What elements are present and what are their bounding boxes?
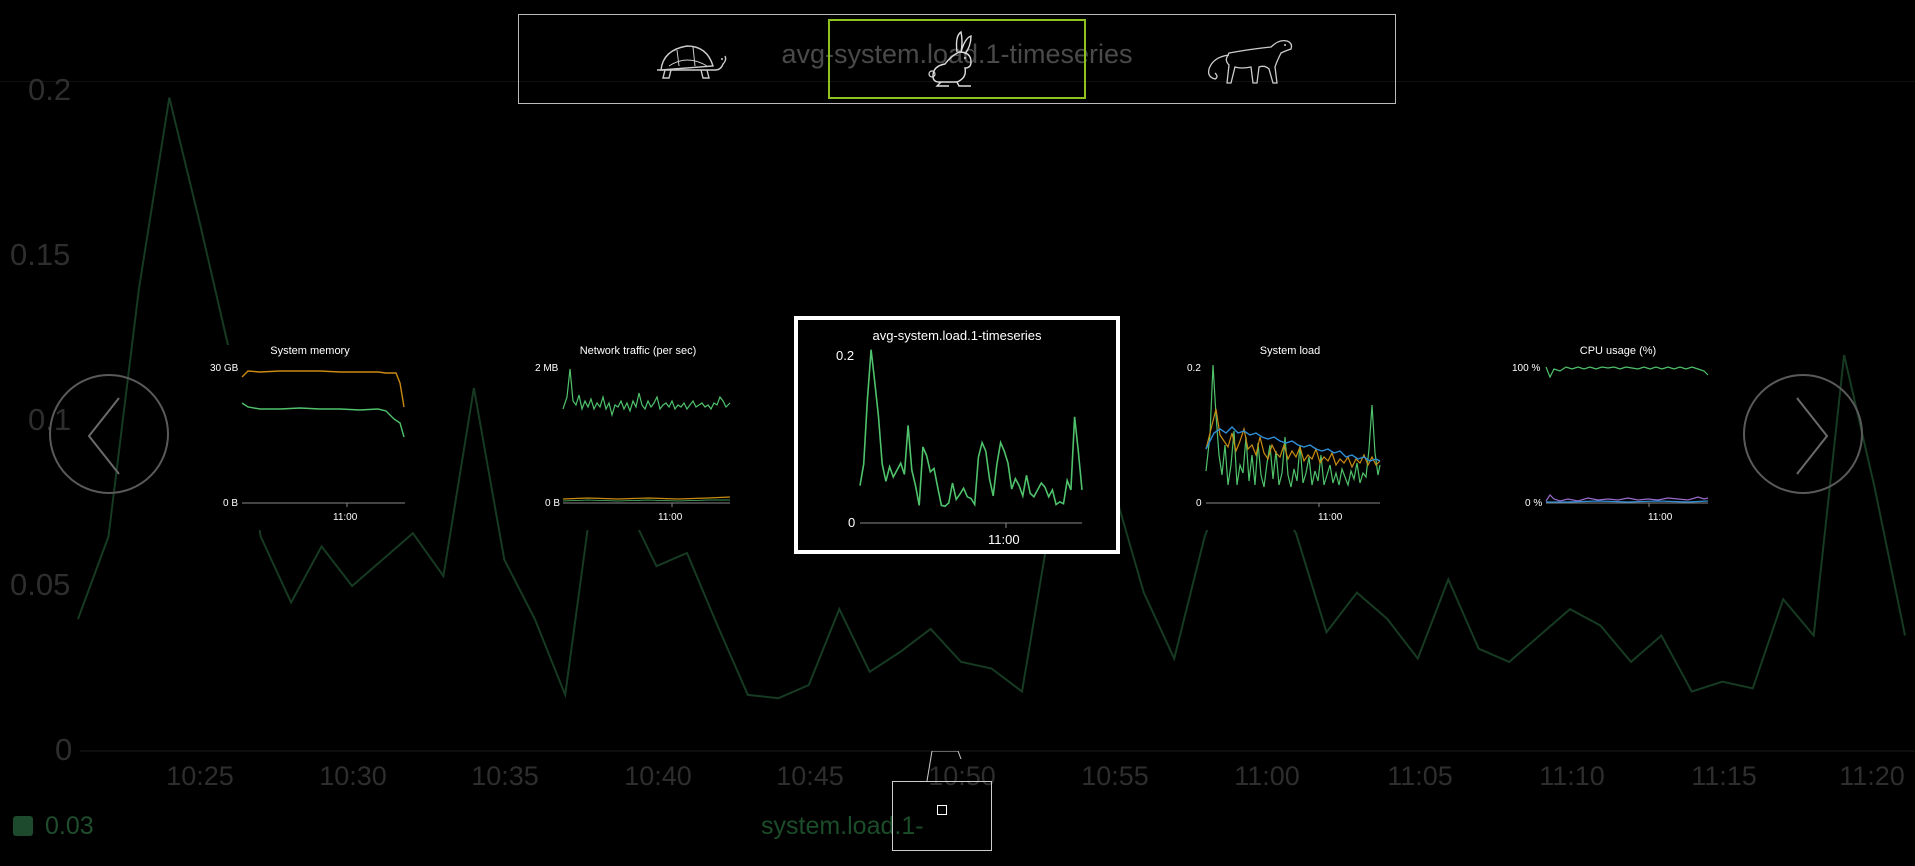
hover-tooltip-card: [892, 781, 992, 851]
bg-x-tick: 11:20: [1839, 761, 1905, 791]
bg-x-tick: 10:35: [471, 761, 539, 791]
bg-y-tick: 0.05: [10, 567, 71, 602]
active-series-line: [859, 349, 1083, 508]
bg-y-tick: 0.15: [10, 237, 71, 272]
thumbnail-active-load-timeseries[interactable]: avg-system.load.1-timeseries 0.2 0 11:00: [794, 316, 1120, 554]
tooltip-connector: [926, 751, 962, 782]
thumbnail-plot: [859, 349, 1083, 528]
thumbnail-plot: [1205, 364, 1381, 507]
bg-x-tick: 10:30: [319, 761, 387, 791]
cursor-icon: [937, 805, 947, 815]
thumbnail-network-traffic[interactable]: Network traffic (per sec) 2 MB 0 B 11:00: [528, 345, 748, 530]
bg-x-tick: 10:55: [1081, 761, 1149, 791]
bg-x-tick: 11:05: [1387, 761, 1453, 791]
thumbnail-plot: [1545, 366, 1709, 507]
speed-option-slow[interactable]: [599, 19, 779, 99]
bg-x-tick: 11:00: [1234, 761, 1300, 791]
thumbnail-system-memory[interactable]: System memory 30 GB 0 B 11:00: [200, 345, 420, 530]
bg-y-tick: 0: [55, 732, 73, 767]
thumbnail-cpu-usage[interactable]: CPU usage (%) 100 % 0 % 11:00: [1508, 345, 1728, 530]
legend-swatch: [13, 816, 33, 836]
bg-x-tick: 11:10: [1539, 761, 1605, 791]
load-series-line: [859, 349, 1083, 508]
speed-option-normal[interactable]: [828, 19, 1086, 99]
bg-y-tick: 0.2: [28, 72, 72, 107]
speed-selector: avg-system.load.1-timeseries: [518, 14, 1396, 104]
rabbit-icon: [928, 30, 972, 87]
legend-value: 0.03: [45, 812, 94, 840]
bg-x-tick: 11:15: [1691, 761, 1757, 791]
chevron-left-icon: [87, 397, 120, 475]
thumbnail-plot: [562, 368, 731, 507]
bg-x-tick: 10:25: [166, 761, 234, 791]
turtle-icon: [657, 45, 727, 79]
bg-x-tick: 10:40: [624, 761, 692, 791]
chevron-right-icon: [1796, 397, 1829, 475]
next-chart-button[interactable]: [1743, 374, 1863, 494]
thumbnail-plot: [241, 370, 405, 507]
bg-x-tick: 10:45: [776, 761, 844, 791]
cheetah-icon: [1207, 39, 1293, 84]
speed-option-fast[interactable]: [1159, 19, 1339, 99]
thumbnail-system-load[interactable]: System load 0.2 0 11:00: [1180, 345, 1400, 530]
previous-chart-button[interactable]: [49, 374, 169, 494]
